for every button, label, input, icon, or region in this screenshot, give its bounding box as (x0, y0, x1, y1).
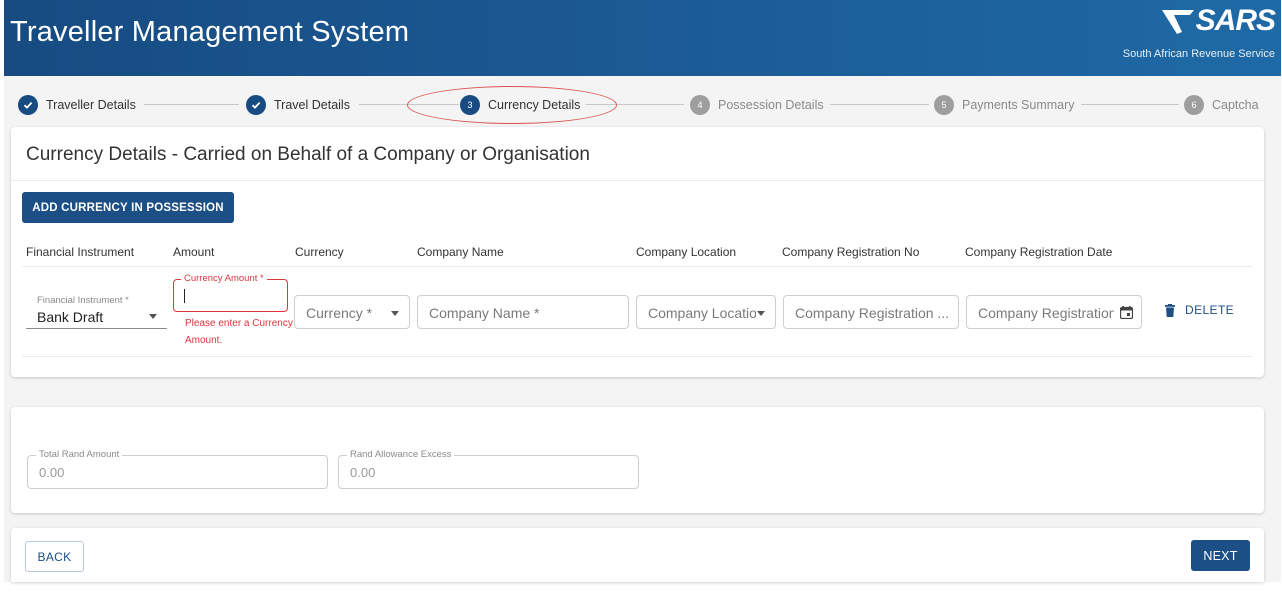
card-title: Currency Details - Carried on Behalf of … (26, 144, 590, 165)
chevron-down-icon (149, 314, 157, 319)
column-header-company-reg-no: Company Registration No (782, 245, 920, 259)
divider (22, 356, 1252, 357)
trash-icon (1165, 303, 1175, 317)
step-possession-details[interactable]: 4 Possession Details (690, 94, 830, 116)
progress-stepper: Traveller Details Travel Details 3 Curre… (4, 86, 1281, 122)
step-connector (824, 104, 929, 105)
amount-error-message: Please enter a Currency Amount. (185, 318, 293, 346)
check-icon (246, 95, 266, 115)
field-value: 0.00 (350, 465, 376, 480)
currency-select[interactable]: Currency * (294, 295, 410, 329)
totals-card: Total Rand Amount 0.00 Rand Allowance Ex… (11, 407, 1264, 513)
company-registration-date-input[interactable]: Company Registration (966, 295, 1142, 329)
step-connector (1079, 104, 1179, 105)
company-registration-no-input[interactable]: Company Registration ... (783, 295, 959, 329)
divider (11, 180, 1264, 181)
field-placeholder: Currency * (306, 305, 373, 321)
column-header-company-reg-date: Company Registration Date (965, 245, 1113, 259)
field-value: 0.00 (39, 465, 65, 480)
chevron-down-icon (757, 311, 765, 316)
next-button[interactable]: NEXT (1191, 540, 1250, 571)
step-travel-details[interactable]: Travel Details (246, 94, 356, 116)
step-traveller-details[interactable]: Traveller Details (18, 94, 142, 116)
back-button[interactable]: BACK (25, 541, 84, 572)
company-location-select[interactable]: Company Location (636, 295, 776, 329)
step-connector (584, 104, 684, 105)
field-value: Bank Draft (37, 309, 104, 325)
field-placeholder: Company Name * (429, 305, 540, 321)
step-number: 6 (1184, 95, 1204, 115)
column-header-currency: Currency (295, 245, 344, 259)
step-connector (359, 104, 459, 105)
total-rand-amount-field: Total Rand Amount 0.00 (27, 449, 328, 489)
step-label: Possession Details (718, 98, 824, 112)
sars-logo-mark: SARS (1160, 4, 1276, 38)
step-label: Captcha (1212, 98, 1259, 112)
app-header: Traveller Management System SARS South A… (4, 0, 1281, 76)
field-placeholder: Company Location (648, 305, 756, 321)
chevron-down-icon (391, 311, 399, 316)
field-label: Total Rand Amount (36, 449, 123, 460)
step-label: Currency Details (488, 98, 581, 112)
sars-swoosh-icon (1161, 10, 1194, 34)
field-label: Currency Amount * (181, 273, 267, 284)
step-captcha[interactable]: 6 Captcha (1184, 94, 1265, 116)
currency-details-card: Currency Details - Carried on Behalf of … (11, 127, 1264, 377)
delete-row-button[interactable]: DELETE (1165, 303, 1234, 317)
step-number: 5 (934, 95, 954, 115)
step-number: 3 (460, 95, 480, 115)
check-icon (18, 95, 38, 115)
financial-instrument-select[interactable]: Financial Instrument * Bank Draft (26, 295, 167, 329)
app-window: Traveller Management System SARS South A… (4, 0, 1281, 582)
field-placeholder: Company Registration (978, 305, 1114, 321)
logo-word: SARS (1195, 4, 1276, 37)
add-currency-button[interactable]: ADD CURRENCY IN POSSESSION (22, 192, 234, 223)
navigation-bar: BACK NEXT (11, 528, 1264, 582)
sars-logo: SARS South African Revenue Service (1123, 4, 1276, 64)
company-name-input[interactable]: Company Name * (417, 295, 629, 329)
step-number: 4 (690, 95, 710, 115)
field-placeholder: Company Registration ... (795, 305, 950, 321)
column-header-financial-instrument: Financial Instrument (26, 245, 135, 259)
step-label: Travel Details (274, 98, 350, 112)
step-connector (144, 104, 239, 105)
field-label: Financial Instrument * (37, 295, 129, 306)
rand-allowance-excess-field: Rand Allowance Excess 0.00 (338, 449, 639, 489)
logo-subtitle: South African Revenue Service (1122, 48, 1275, 60)
step-currency-details[interactable]: 3 Currency Details (460, 94, 587, 116)
delete-label: DELETE (1185, 303, 1235, 317)
step-label: Traveller Details (46, 98, 136, 112)
column-header-company-name: Company Name (417, 245, 504, 259)
field-label: Rand Allowance Excess (347, 449, 455, 460)
currency-amount-input[interactable]: Currency Amount * (173, 273, 288, 312)
text-cursor (184, 289, 185, 303)
step-payments-summary[interactable]: 5 Payments Summary (934, 94, 1081, 116)
step-label: Payments Summary (962, 98, 1075, 112)
calendar-icon[interactable] (1120, 306, 1133, 319)
column-header-amount: Amount (173, 245, 215, 259)
app-title: Traveller Management System (10, 16, 410, 48)
column-header-company-location: Company Location (636, 245, 737, 259)
divider (22, 266, 1252, 267)
